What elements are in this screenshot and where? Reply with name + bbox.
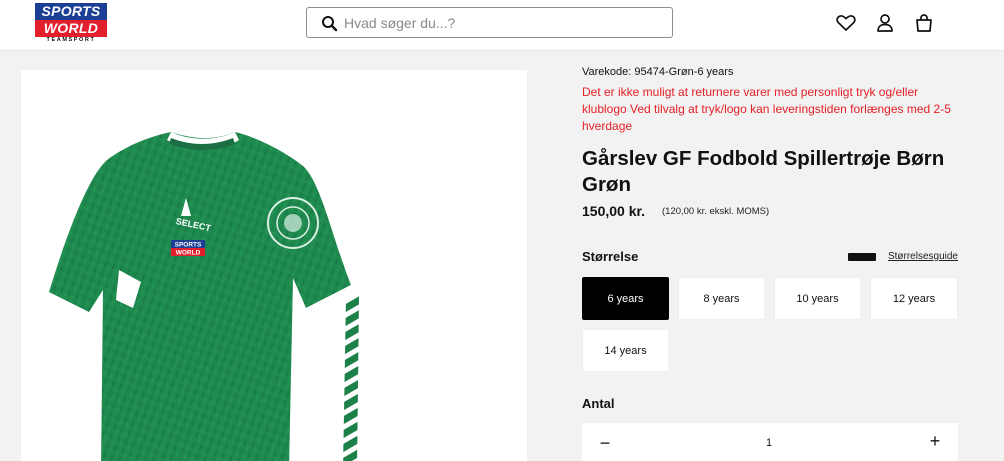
size-option-14-years[interactable]: 14 years xyxy=(582,329,669,372)
quantity-label: Antal xyxy=(582,396,615,411)
search-input[interactable] xyxy=(344,12,664,34)
product-sku: Varekode: 95474-Grøn-6 years xyxy=(582,66,734,78)
logo-line-3: TEAMSPORT xyxy=(46,37,96,43)
return-notice: Det er ikke muligt at returnere varer me… xyxy=(582,85,951,133)
price-ex-vat: (120,00 kr. ekskl. MOMS) xyxy=(662,206,770,217)
heart-icon[interactable] xyxy=(835,12,857,34)
size-option-8-years[interactable]: 8 years xyxy=(678,277,765,320)
size-label: Størrelse xyxy=(582,249,639,264)
ruler-icon xyxy=(848,253,876,261)
product-title: Gårslev GF Fodbold Spillertrøje Børn Grø… xyxy=(582,147,945,196)
product-price: 150,00 kr. xyxy=(582,203,646,219)
quantity-increase-button[interactable]: + xyxy=(928,431,942,452)
quantity-decrease-button[interactable]: − xyxy=(598,433,612,454)
size-guide-link[interactable]: Størrelsesguide xyxy=(888,251,958,262)
logo-line-2: WORLD xyxy=(35,20,107,37)
site-header: SPORTS WORLD TEAMSPORT xyxy=(0,0,1004,51)
size-option-12-years[interactable]: 12 years xyxy=(870,277,958,320)
logo-line-1: SPORTS xyxy=(35,3,107,20)
sports-world-logo[interactable]: SPORTS WORLD TEAMSPORT xyxy=(35,3,107,43)
user-icon[interactable] xyxy=(874,12,896,34)
jersey-sponsor-2: WORLD xyxy=(176,250,201,257)
jersey-image: SELECT SPORTS WORLD xyxy=(49,132,359,461)
size-option-10-years[interactable]: 10 years xyxy=(774,277,861,320)
search-bar[interactable] xyxy=(306,7,673,38)
jersey-sponsor-1: SPORTS xyxy=(175,242,202,249)
quantity-stepper: − 1 + xyxy=(582,423,958,461)
search-icon xyxy=(322,16,338,32)
size-option-6-years[interactable]: 6 years xyxy=(582,277,669,320)
quantity-value[interactable]: 1 xyxy=(762,437,776,449)
bag-icon[interactable] xyxy=(913,12,935,34)
product-image[interactable]: SELECT SPORTS WORLD xyxy=(21,70,527,461)
